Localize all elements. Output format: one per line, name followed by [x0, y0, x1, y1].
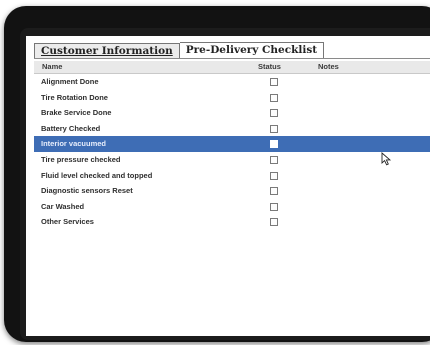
- table-row[interactable]: Diagnostic sensors Reset: [34, 183, 430, 199]
- table-row[interactable]: Other Services: [34, 214, 430, 230]
- column-header-notes[interactable]: Notes: [318, 61, 339, 73]
- device-frame: Customer Information Pre-Delivery Checkl…: [0, 0, 430, 345]
- status-checkbox[interactable]: [270, 78, 278, 86]
- status-checkbox[interactable]: [270, 109, 278, 118]
- table-row[interactable]: Battery Checked: [34, 121, 430, 137]
- row-label: Alignment Done: [41, 77, 99, 86]
- status-checkbox[interactable]: [270, 187, 278, 196]
- status-checkbox[interactable]: [270, 155, 278, 164]
- status-checkbox[interactable]: [270, 218, 278, 227]
- status-checkbox[interactable]: [270, 93, 278, 102]
- checklist-grid: Name Status Notes Alignment Done Tire Rot…: [34, 61, 430, 230]
- status-checkbox[interactable]: [270, 202, 278, 211]
- row-label: Interior vacuumed: [41, 139, 107, 149]
- column-header-name[interactable]: Name: [42, 61, 62, 73]
- row-label: Other Services: [41, 217, 94, 227]
- table-row[interactable]: Fluid level checked and topped: [34, 168, 430, 184]
- table-row[interactable]: Interior vacuumed: [34, 136, 430, 152]
- tab-pre-delivery-checklist[interactable]: Pre-Delivery Checklist: [179, 42, 325, 59]
- tab-customer-information[interactable]: Customer Information: [34, 43, 180, 59]
- table-row[interactable]: Car Washed: [34, 199, 430, 215]
- table-row[interactable]: Tire Rotation Done: [34, 90, 430, 106]
- row-label: Car Washed: [41, 201, 85, 211]
- status-checkbox[interactable]: [270, 124, 278, 133]
- row-label: Tire Rotation Done: [41, 92, 108, 102]
- row-label: Brake Service Done: [41, 108, 112, 118]
- column-header-status[interactable]: Status: [258, 61, 281, 73]
- tab-strip: Customer Information Pre-Delivery Checkl…: [34, 42, 325, 59]
- checklist-panel: Customer Information Pre-Delivery Checkl…: [26, 36, 430, 336]
- row-label: Battery Checked: [41, 123, 101, 133]
- status-checkbox[interactable]: [270, 171, 278, 180]
- tab-divider: [34, 58, 430, 59]
- status-checkbox[interactable]: [270, 140, 278, 149]
- row-label: Fluid level checked and topped: [41, 170, 153, 180]
- grid-rows: Alignment Done Tire Rotation Done Brake Se…: [34, 74, 430, 230]
- table-row[interactable]: Tire pressure checked: [34, 152, 430, 168]
- grid-header: Name Status Notes: [34, 61, 430, 74]
- table-row[interactable]: Alignment Done: [34, 74, 430, 90]
- screen: Customer Information Pre-Delivery Checkl…: [20, 28, 430, 340]
- row-label: Diagnostic sensors Reset: [41, 186, 133, 196]
- row-label: Tire pressure checked: [41, 154, 121, 164]
- table-row[interactable]: Brake Service Done: [34, 105, 430, 121]
- monitor-bezel: Customer Information Pre-Delivery Checkl…: [4, 6, 430, 342]
